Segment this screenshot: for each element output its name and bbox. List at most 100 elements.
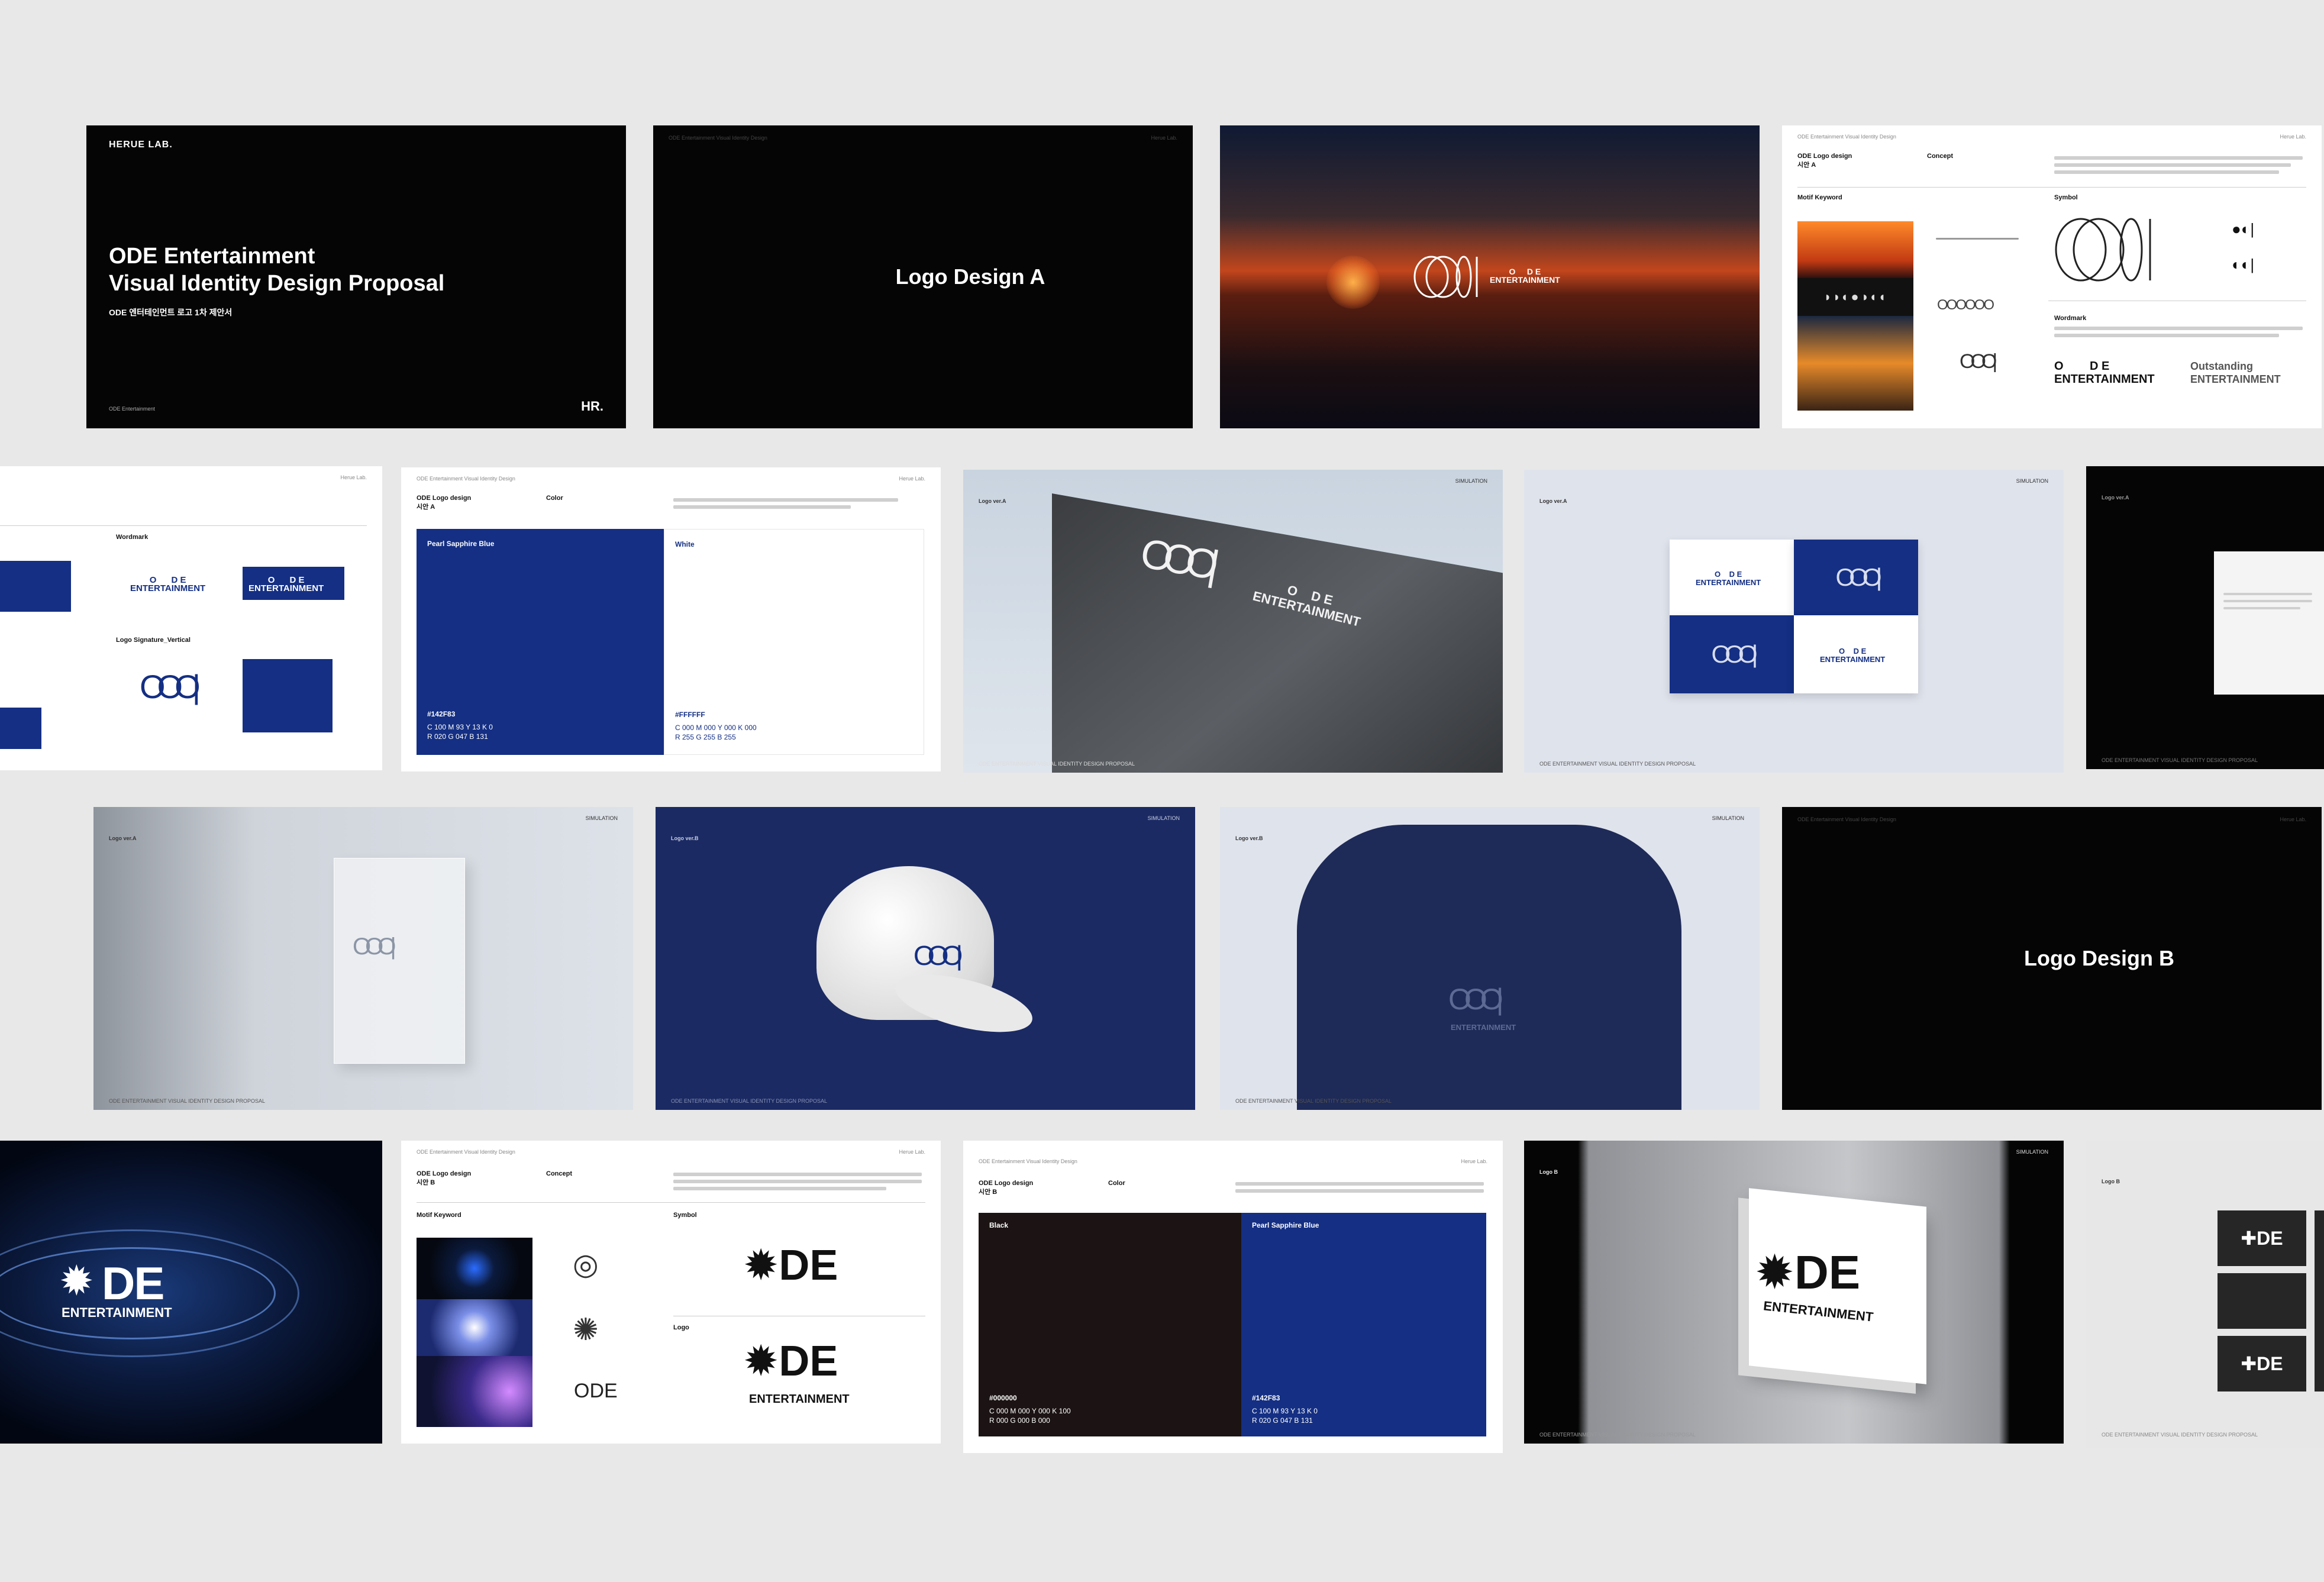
- slide-label-logo-b: Logo B: [2102, 1179, 2120, 1184]
- cover-title-line1: ODE Entertainment: [109, 244, 315, 269]
- section-slide-logo-a[interactable]: ODE Entertainment Visual Identity Design…: [653, 125, 1193, 428]
- card-blue: OOO|: [1670, 615, 1794, 693]
- ode-wordmark: O D E ENTERTAINMENT: [130, 576, 205, 593]
- logo-de-text: DE: [2257, 1353, 2283, 1374]
- label-color: Color: [1108, 1180, 1125, 1187]
- burst-circle-icon: ✺: [573, 1313, 599, 1347]
- section-slide-logo-b[interactable]: ODE Entertainment Visual Identity Design…: [1782, 807, 2322, 1110]
- logo-de-text: DE: [779, 1338, 838, 1385]
- building-mockup-slide[interactable]: Logo ver.A SIMULATION OOO| O D E ENTERTA…: [963, 470, 1503, 773]
- swatch-black: Black #000000 C 000 M 000 Y 000 K 100 R …: [979, 1213, 1241, 1436]
- wordmark-outstanding: Outstanding: [2190, 360, 2253, 372]
- concept-slide-b[interactable]: ODE Entertainment Visual Identity Design…: [401, 1141, 941, 1444]
- swatch-name: Pearl Sapphire Blue: [427, 540, 495, 548]
- slide-footer: ODE ENTERTAINMENT VISUAL IDENTITY DESIGN…: [671, 1098, 828, 1104]
- ring-final-icon: OOO|: [1960, 350, 1997, 373]
- label-motif-keyword: Motif Keyword: [1797, 194, 1842, 201]
- label-logo: Logo: [673, 1324, 689, 1331]
- slide-footer: ODE ENTERTAINMENT VISUAL IDENTITY DESIGN…: [1235, 1098, 1392, 1104]
- wordmark-slide-a[interactable]: Herue Lab. Wordmark O D E ENTERTAINMENT …: [0, 466, 382, 770]
- color-text: [673, 498, 898, 502]
- building-facade: [1052, 493, 1503, 773]
- ode-wordmark: O D E ENTERTAINMENT: [1490, 267, 1560, 284]
- card-wordmark: O D E ENTERTAINMENT: [1820, 647, 1885, 664]
- letterhead-paper: [2214, 551, 2324, 695]
- wordmark-o: O: [1715, 570, 1721, 579]
- business-card-mockup-slide[interactable]: Logo ver.A SIMULATION O D E ENTERTAINMEN…: [1524, 470, 2064, 773]
- slide-label-logo-ver-a: Logo ver.A: [1539, 498, 1567, 504]
- card-edge: [2315, 1210, 2324, 1391]
- studio-mark: HR.: [581, 399, 603, 414]
- swatch-hex: #142F83: [427, 710, 456, 718]
- stationery-mockup-slide-b[interactable]: Logo B ✚DE ✚DE ODE ENTERTAINMENT VISUAL …: [2086, 1141, 2324, 1448]
- label-plan-b: 시안 B: [417, 1179, 435, 1186]
- label-plan-b: 시안 B: [979, 1189, 998, 1196]
- moon-symbol-icon: ●◐|: [2232, 220, 2255, 238]
- slide-simulation: SIMULATION: [1455, 478, 1487, 484]
- lightbox-sign-mockup-slide[interactable]: Logo B SIMULATION ✹DE ENTERTAINMENT ODE …: [1524, 1141, 2064, 1444]
- hoodie-logo-rings-icon: OOO|: [1448, 983, 1504, 1016]
- sunset-photo-slide[interactable]: O D E ENTERTAINMENT: [1220, 125, 1760, 428]
- motif-photo-sunset: [1797, 221, 1913, 278]
- symbol-rings-icon: [2055, 218, 2151, 282]
- label-logo-design: ODE Logo design: [979, 1180, 1034, 1187]
- swatch-name: White: [675, 540, 695, 548]
- slide-header: ODE Entertainment Visual Identity Design: [979, 1158, 1077, 1164]
- letter-text: [2223, 593, 2312, 595]
- label-color: Color: [546, 495, 563, 502]
- logo-entertainment: ENTERTAINMENT: [62, 1305, 172, 1320]
- slide-label-logo-ver-a: Logo ver.A: [109, 835, 137, 841]
- ode-wordmark-reversed: O D E ENTERTAINMENT: [248, 576, 324, 593]
- motif-photo-target: [417, 1238, 532, 1299]
- swatch-hex: #000000: [989, 1394, 1017, 1402]
- slide-footer: ODE ENTERTAINMENT VISUAL IDENTITY DESIGN…: [1539, 1432, 1696, 1438]
- wordmark-de: D E: [1729, 570, 1742, 579]
- concept-text: [2054, 170, 2279, 174]
- swatch-rgb: R 000 G 000 B 000: [989, 1416, 1050, 1425]
- section-title: Logo Design A: [895, 264, 1045, 289]
- slide-simulation: SIMULATION: [1712, 815, 1744, 821]
- wordmark-entertainment: ENTERTAINMENT: [130, 583, 206, 593]
- logo-de-text: DE: [2257, 1228, 2283, 1249]
- color-slide-b[interactable]: ODE Entertainment Visual Identity Design…: [963, 1141, 1503, 1453]
- signage-mockup-slide[interactable]: Logo ver.A SIMULATION OOO| ODE ENTERTAIN…: [93, 807, 633, 1110]
- wordmark-entertainment: ENTERTAINMENT: [2054, 373, 2155, 386]
- letter-text: [2223, 607, 2300, 609]
- slide-label-logo-ver-b: Logo ver.B: [1235, 835, 1263, 841]
- cover-title: ODE Entertainment Visual Identity Design…: [109, 243, 444, 297]
- label-logo-design: ODE Logo design: [417, 1170, 472, 1177]
- ode-wordmark: O D E ENTERTAINMENT: [2054, 360, 2155, 386]
- wordmark-entertainment: ENTERTAINMENT: [1820, 655, 1886, 664]
- swatch-name: Pearl Sapphire Blue: [1252, 1221, 1319, 1229]
- wordmark-o: O: [2054, 360, 2064, 373]
- logo-de-text: DE: [102, 1257, 164, 1309]
- slide-label-logo-ver-a: Logo ver.A: [2102, 495, 2129, 501]
- color-text: [1235, 1182, 1484, 1186]
- wordmark-entertainment: ENTERTAINMENT: [1490, 275, 1560, 285]
- full-burst-de-logo: ✹DE: [743, 1338, 838, 1385]
- symbol-burst-de-logo: ✹DE: [743, 1242, 838, 1289]
- cover-slide[interactable]: HERUE LAB. ODE Entertainment Visual Iden…: [86, 125, 626, 428]
- logo-de-text: DE: [1794, 1246, 1861, 1299]
- motif-photo-waves: [417, 1356, 532, 1427]
- hoodie-mockup-slide[interactable]: Logo ver.B SIMULATION OOO| ENTERTAINMENT…: [1220, 807, 1760, 1110]
- concept-text: [2054, 163, 2291, 167]
- cap-logo-rings-icon: OOO|: [914, 940, 963, 971]
- vertical-logo-rings-icon: OOO|: [140, 668, 201, 705]
- concept-slide-a[interactable]: ODE Entertainment Visual Identity Design…: [1782, 125, 2322, 428]
- slide-simulation: SIMULATION: [585, 815, 618, 821]
- blue-logo-tile: [0, 708, 41, 749]
- color-slide-a[interactable]: ODE Entertainment Visual Identity Design…: [401, 467, 941, 771]
- ripple-photo-slide[interactable]: ✹ DE ENTERTAINMENT: [0, 1141, 382, 1444]
- slide-footer: ODE ENTERTAINMENT VISUAL IDENTITY DESIGN…: [109, 1098, 266, 1104]
- letterhead-mockup-slide[interactable]: Logo ver.A ODE ENTERTAINMENT VISUAL IDEN…: [2086, 466, 2324, 769]
- cap-mockup-slide[interactable]: Logo ver.B SIMULATION OOO| ODE ENTERTAIN…: [656, 807, 1195, 1110]
- swatch-cmyk: C 100 M 93 Y 13 K 0: [427, 723, 493, 731]
- slide-studio: Herue Lab.: [2280, 134, 2306, 140]
- slide-simulation: SIMULATION: [1147, 815, 1180, 821]
- label-wordmark: Wordmark: [2054, 315, 2087, 322]
- logo-entertainment: ENTERTAINMENT: [749, 1393, 850, 1406]
- slide-label: ODE Logo design 시안 B: [417, 1170, 471, 1187]
- wordmark-o: O: [1839, 647, 1845, 656]
- ode-rings-logo-icon: [1413, 256, 1478, 298]
